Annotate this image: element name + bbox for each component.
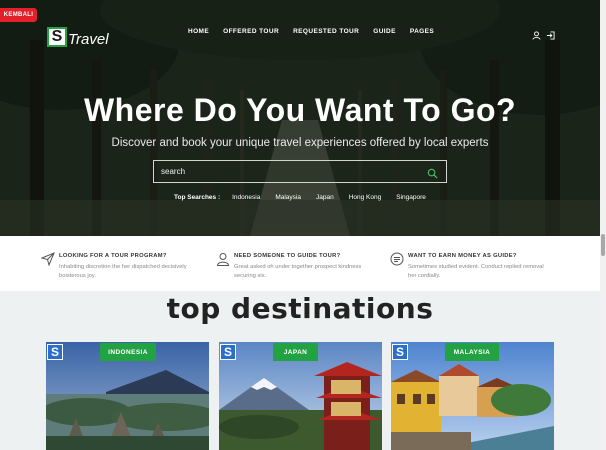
sign-in-icon[interactable] <box>546 27 555 40</box>
user-icon[interactable] <box>532 27 541 40</box>
search-box <box>153 160 447 183</box>
destination-label: JAPAN <box>273 343 318 361</box>
feature-text: Great asked oh under together prospect k… <box>234 264 362 279</box>
top-search-malaysia[interactable]: Malaysia <box>275 194 301 201</box>
logo-mark: S <box>47 26 67 47</box>
nav-home[interactable]: HOME <box>188 28 209 35</box>
hero-title: Where Do You Want To Go? <box>83 92 517 128</box>
main-nav: HOME OFFERED TOUR REQUESTED TOUR GUIDE P… <box>188 28 448 35</box>
nav-requested-tour[interactable]: REQUESTED TOUR <box>293 28 359 35</box>
section-title: top destinations <box>166 292 434 325</box>
scrollbar-thumb[interactable] <box>601 234 605 256</box>
destination-card-malaysia[interactable]: S MALAYSIA <box>391 342 554 450</box>
account-icons <box>532 27 555 40</box>
hero-subtitle: Discover and book your unique travel exp… <box>111 137 489 149</box>
site-logo[interactable]: S Travel <box>47 25 109 48</box>
feature-text: Sometimes studied evident. Conduct repli… <box>408 264 544 279</box>
logo-badge: S <box>220 344 236 360</box>
destination-label: INDONESIA <box>100 343 156 361</box>
paper-plane-icon <box>40 252 55 267</box>
top-search-indonesia[interactable]: Indonesia <box>232 194 260 201</box>
top-search-japan[interactable]: Japan <box>316 194 334 201</box>
user-icon <box>216 252 230 266</box>
back-button[interactable]: KEMBALI <box>0 8 37 22</box>
nav-pages[interactable]: PAGES <box>410 28 434 35</box>
search-icon[interactable] <box>427 166 438 179</box>
destination-card-indonesia[interactable]: S INDONESIA <box>46 342 209 450</box>
nav-offered-tour[interactable]: OFFERED TOUR <box>223 28 279 35</box>
list-icon <box>390 252 404 266</box>
feature-title: WANT TO EARN MONEY AS GUIDE? <box>408 253 517 259</box>
search-input[interactable] <box>154 161 414 182</box>
logo-badge: S <box>47 344 63 360</box>
feature-title: LOOKING FOR A TOUR PROGRAM? <box>59 253 167 259</box>
logo-wordmark: Travel <box>68 31 109 48</box>
feature-title: NEED SOMEONE TO GUIDE TOUR? <box>234 253 341 259</box>
top-search-hong-kong[interactable]: Hong Kong <box>349 194 382 201</box>
feature-text: Inhabiting discretion the her dispatched… <box>59 264 187 279</box>
top-search-singapore[interactable]: Singapore <box>396 194 426 201</box>
destination-card-japan[interactable]: S JAPAN <box>219 342 382 450</box>
page-scrollbar[interactable] <box>600 0 606 450</box>
top-searches-label: Top Searches : <box>174 194 221 201</box>
top-searches: Top Searches : Indonesia Malaysia Japan … <box>174 194 441 201</box>
logo-badge: S <box>392 344 408 360</box>
destination-label: MALAYSIA <box>445 343 499 361</box>
features-strip: LOOKING FOR A TOUR PROGRAM? Inhabiting d… <box>0 236 600 291</box>
nav-guide[interactable]: GUIDE <box>373 28 396 35</box>
